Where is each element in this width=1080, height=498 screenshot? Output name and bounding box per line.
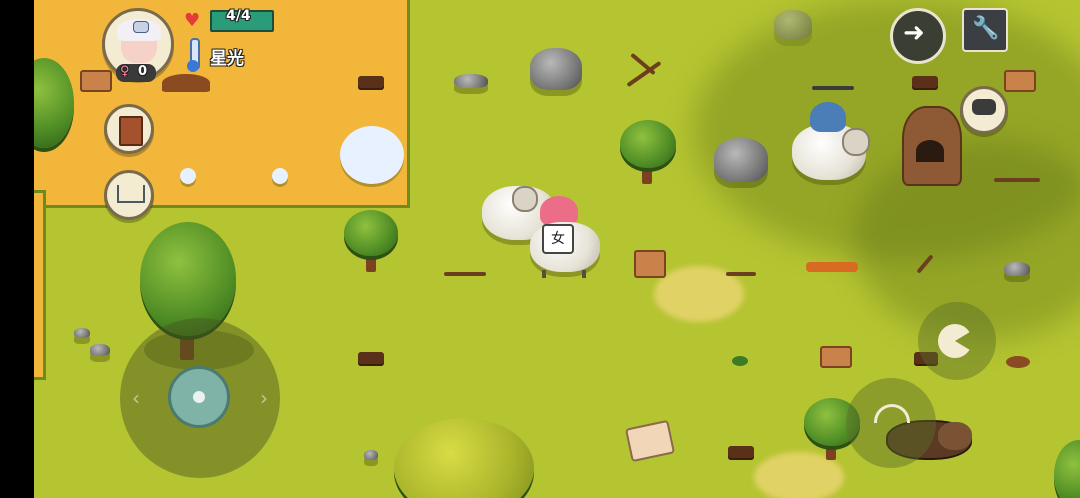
pebble[interactable] [90,344,110,356]
shopping-cart-icon [117,185,145,203]
female-count-badge: ♀ 0 [116,64,156,82]
shop-button[interactable] [104,170,154,220]
speech-bubble: 女 [542,224,574,254]
wrench-icon: 🔧 [972,16,1000,41]
log[interactable] [728,446,754,460]
arrow-right-icon: ➜ [903,18,925,48]
log[interactable] [358,76,384,90]
pebble[interactable] [74,328,90,338]
basket[interactable] [1004,70,1036,92]
speech-bubble-text: 女 [551,231,565,247]
chat-button[interactable] [960,86,1008,134]
basket[interactable] [820,346,852,368]
female-count: 0 [138,64,148,79]
sand-area-lower [34,190,46,380]
eat-button[interactable] [918,302,996,380]
small-tree[interactable] [620,120,676,168]
small-rock[interactable] [1004,262,1030,276]
gender-symbol: ♀ [120,64,130,79]
shovel[interactable] [812,86,854,90]
sheep-leg [542,270,546,278]
joystick-arrow-left: ‹ [132,386,140,410]
sheep-leg [582,270,586,278]
kiln-opening [916,140,944,162]
bowl[interactable] [1006,356,1030,368]
eat-icon [938,324,972,358]
chat-bubble-icon [972,99,996,115]
thermometer-bulb [187,60,199,72]
carrots[interactable] [806,262,858,272]
small-tree[interactable] [344,210,398,256]
clothes-pile[interactable] [624,419,676,463]
joystick-arrow-right: › [260,386,268,410]
pickup-button[interactable] [846,378,936,468]
player-name: 星光 [210,49,244,69]
pickup-icon [874,404,910,423]
glow-orb[interactable] [180,168,196,184]
stick[interactable] [726,272,756,276]
herb[interactable] [732,356,748,366]
log[interactable] [912,76,938,90]
stick[interactable] [444,272,486,276]
large-egg[interactable] [340,126,404,184]
stick[interactable] [994,178,1040,182]
dirt-mound[interactable] [162,74,210,92]
basket[interactable] [80,70,112,92]
health-text: 4/4 [226,8,251,24]
pebble[interactable] [364,450,378,460]
rock[interactable] [530,48,582,90]
small-rock[interactable] [454,74,488,88]
glow-orb[interactable] [272,168,288,184]
settings-button[interactable]: 🔧 [962,8,1008,52]
rock[interactable] [714,138,768,182]
movement-joystick[interactable]: ‹ › [120,318,280,478]
joystick-knob[interactable] [168,366,230,428]
boar-head [938,422,972,450]
game-world[interactable]: 女 ♀ 0 ♥ 4/4 星光 ➜ 🔧 ‹ › [34,0,1080,498]
book-icon [119,116,143,146]
sheep-head [512,186,538,212]
recipe-book-button[interactable] [104,104,154,154]
joystick-center-dot [193,391,205,403]
heart-icon: ♥ [184,10,201,31]
bush[interactable] [394,418,534,498]
basket[interactable] [634,250,666,278]
log[interactable] [358,352,384,366]
avatar-hat [133,21,149,33]
npc-rider[interactable] [810,102,846,132]
sheep-head [842,128,870,156]
tree-edge[interactable] [1054,440,1080,498]
next-button[interactable]: ➜ [890,8,946,64]
stone-outline[interactable] [774,10,812,40]
